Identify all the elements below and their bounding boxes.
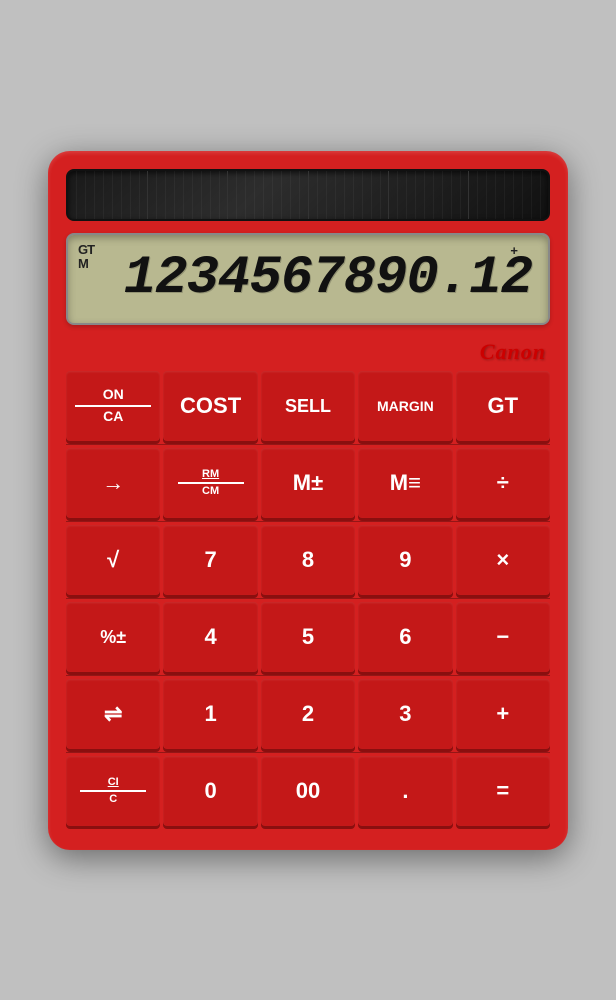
multiply-button[interactable]: × xyxy=(456,525,550,595)
4-label: 4 xyxy=(204,626,216,648)
2-button[interactable]: 2 xyxy=(261,679,355,749)
button-grid: ON CA COST SELL MARGIN GT → RM CM M± xyxy=(66,371,550,826)
margin-label: MARGIN xyxy=(377,399,434,413)
rm-cm-button[interactable]: RM CM xyxy=(163,448,257,518)
solar-cell-2 xyxy=(148,171,228,219)
9-label: 9 xyxy=(399,549,411,571)
divide-label: ÷ xyxy=(497,472,509,494)
margin-button[interactable]: MARGIN xyxy=(358,371,452,441)
plus-indicator: + xyxy=(510,243,518,258)
m-plus-minus-button[interactable]: M± xyxy=(261,448,355,518)
on-ca-button[interactable]: ON CA xyxy=(66,371,160,441)
4-button[interactable]: 4 xyxy=(163,602,257,672)
00-button[interactable]: 00 xyxy=(261,756,355,826)
ci-c-button[interactable]: CI C xyxy=(66,756,160,826)
multiply-label: × xyxy=(496,549,509,571)
decimal-button[interactable]: . xyxy=(358,756,452,826)
arrow-button[interactable]: → xyxy=(66,448,160,518)
percent-pm-button[interactable]: %± xyxy=(66,602,160,672)
row-sep-1 xyxy=(66,444,550,445)
m-indicator: M xyxy=(78,257,94,270)
plus-button[interactable]: + xyxy=(456,679,550,749)
solar-cell-4 xyxy=(309,171,389,219)
decimal-label: . xyxy=(402,780,408,802)
ca-label: CA xyxy=(103,409,123,424)
calculator: GT M + 1234567890.12 Canon ON CA COST SE… xyxy=(48,151,568,850)
m-eq-button[interactable]: M≡ xyxy=(358,448,452,518)
6-button[interactable]: 6 xyxy=(358,602,452,672)
rm-label: RM xyxy=(202,469,219,480)
sqrt-label: √ xyxy=(107,549,119,571)
3-label: 3 xyxy=(399,703,411,725)
1-button[interactable]: 1 xyxy=(163,679,257,749)
minus-label: − xyxy=(496,626,509,648)
canon-logo: Canon xyxy=(66,339,550,365)
divide-button[interactable]: ÷ xyxy=(456,448,550,518)
equals-button[interactable]: = xyxy=(456,756,550,826)
3-button[interactable]: 3 xyxy=(358,679,452,749)
gt-label: GT xyxy=(488,395,519,417)
1-label: 1 xyxy=(204,703,216,725)
rm-cm-divider xyxy=(178,482,244,484)
m-plus-minus-label: M± xyxy=(293,472,323,494)
9-button[interactable]: 9 xyxy=(358,525,452,595)
on-ca-divider xyxy=(75,405,151,407)
5-label: 5 xyxy=(302,626,314,648)
cost-button[interactable]: COST xyxy=(163,371,257,441)
sell-label: SELL xyxy=(285,397,331,415)
solar-cell-3 xyxy=(228,171,308,219)
8-button[interactable]: 8 xyxy=(261,525,355,595)
display-value: 1234567890.12 xyxy=(124,248,532,309)
row-sep-2 xyxy=(66,521,550,522)
gt-button[interactable]: GT xyxy=(456,371,550,441)
display-screen: 1234567890.12 xyxy=(76,245,536,313)
c-label: C xyxy=(109,794,117,805)
0-button[interactable]: 0 xyxy=(163,756,257,826)
display-container: GT M + 1234567890.12 xyxy=(66,233,550,325)
on-label: ON xyxy=(103,387,124,402)
ci-label: CI xyxy=(108,777,119,788)
swap-label: ⇌ xyxy=(104,703,122,725)
6-label: 6 xyxy=(399,626,411,648)
5-button[interactable]: 5 xyxy=(261,602,355,672)
swap-button[interactable]: ⇌ xyxy=(66,679,160,749)
solar-panel xyxy=(66,169,550,221)
2-label: 2 xyxy=(302,703,314,725)
sell-button[interactable]: SELL xyxy=(261,371,355,441)
solar-cell-1 xyxy=(68,171,148,219)
ci-c-divider xyxy=(80,790,146,792)
00-label: 00 xyxy=(296,780,320,802)
plus-label: + xyxy=(496,703,509,725)
row-sep-3 xyxy=(66,598,550,599)
0-label: 0 xyxy=(204,780,216,802)
brand-name: Canon xyxy=(480,339,546,364)
7-button[interactable]: 7 xyxy=(163,525,257,595)
7-label: 7 xyxy=(204,549,216,571)
gt-indicator: GT xyxy=(78,243,94,256)
arrow-label: → xyxy=(102,472,124,494)
equals-label: = xyxy=(496,780,509,802)
solar-cell-6 xyxy=(469,171,548,219)
display-indicators: GT M xyxy=(78,243,94,270)
8-label: 8 xyxy=(302,549,314,571)
m-eq-label: M≡ xyxy=(390,472,421,494)
row-sep-5 xyxy=(66,752,550,753)
percent-pm-label: %± xyxy=(100,628,126,646)
row-sep-4 xyxy=(66,675,550,676)
solar-cell-5 xyxy=(389,171,469,219)
cm-label: CM xyxy=(202,486,219,497)
cost-label: COST xyxy=(180,395,241,417)
sqrt-button[interactable]: √ xyxy=(66,525,160,595)
minus-button[interactable]: − xyxy=(456,602,550,672)
